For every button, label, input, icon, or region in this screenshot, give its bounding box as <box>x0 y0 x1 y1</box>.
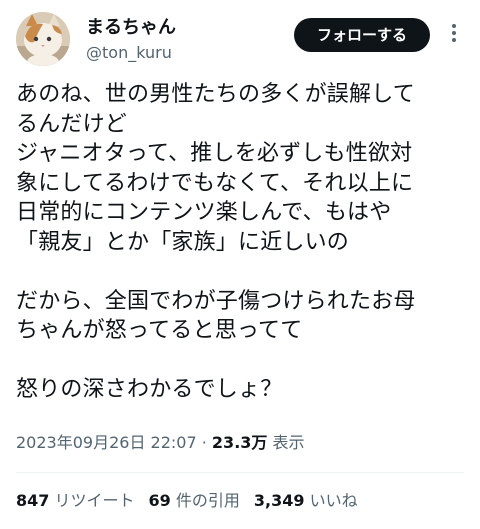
likes-count: 3,349 <box>253 491 305 510</box>
more-vertical-icon[interactable] <box>444 24 464 46</box>
cat-avatar-image <box>16 12 70 66</box>
divider <box>16 472 464 473</box>
meta-separator: · <box>201 433 207 452</box>
display-name[interactable]: まるちゃん <box>86 16 176 40</box>
tweet-text: あのね、世の男性たちの多くが誤解して るんだけど ジャニオタって、推しを必ずしも… <box>16 80 468 405</box>
quotes-label: 件の引用 <box>175 491 240 510</box>
tweet-line: 「親友」とか「家族」に近しいの <box>16 229 350 255</box>
follow-button[interactable]: フォローする <box>294 18 430 52</box>
tweet-line: るんだけど <box>16 111 128 137</box>
quotes-stat[interactable]: 69 件の引用 <box>149 490 240 512</box>
tweet-line: だから、全国でわが子傷つけられたお母 <box>16 288 416 314</box>
user-handle[interactable]: @ton_kuru <box>86 42 176 64</box>
timestamp[interactable]: 2023年09月26日 22:07 <box>16 433 197 452</box>
tweet-line: あのね、世の男性たちの多くが誤解して <box>16 82 415 107</box>
likes-stat[interactable]: 3,349 いいね <box>254 490 358 512</box>
retweets-count: 847 <box>16 491 50 510</box>
likes-label: いいね <box>309 491 358 510</box>
views-label: 表示 <box>272 433 305 452</box>
quotes-count: 69 <box>148 491 171 510</box>
tweet-header: まるちゃん @ton_kuru フォローする <box>16 12 464 68</box>
avatar[interactable] <box>16 12 70 66</box>
tweet-meta: 2023年09月26日 22:07 · 23.3万 表示 <box>16 432 305 454</box>
tweet-stats: 847 リツイート 69 件の引用 3,349 いいね <box>16 490 372 512</box>
tweet-line: 怒りの深さわかるでしょ？ <box>16 377 283 402</box>
tweet-line: ちゃんが怒ってると思ってて <box>16 318 303 343</box>
retweets-stat[interactable]: 847 リツイート <box>16 490 135 512</box>
retweets-label: リツイート <box>54 491 135 510</box>
tweet-line: ジャニオタって、推しを必ずしも性欲対 <box>16 141 413 166</box>
user-names: まるちゃん @ton_kuru <box>86 16 176 64</box>
views-count: 23.3万 <box>211 433 268 452</box>
tweet-line: 日常的にコンテンツ楽しんで、もはや <box>16 200 392 225</box>
tweet-line: 象にしてるわけでもなくて、それ以上に <box>16 170 414 196</box>
